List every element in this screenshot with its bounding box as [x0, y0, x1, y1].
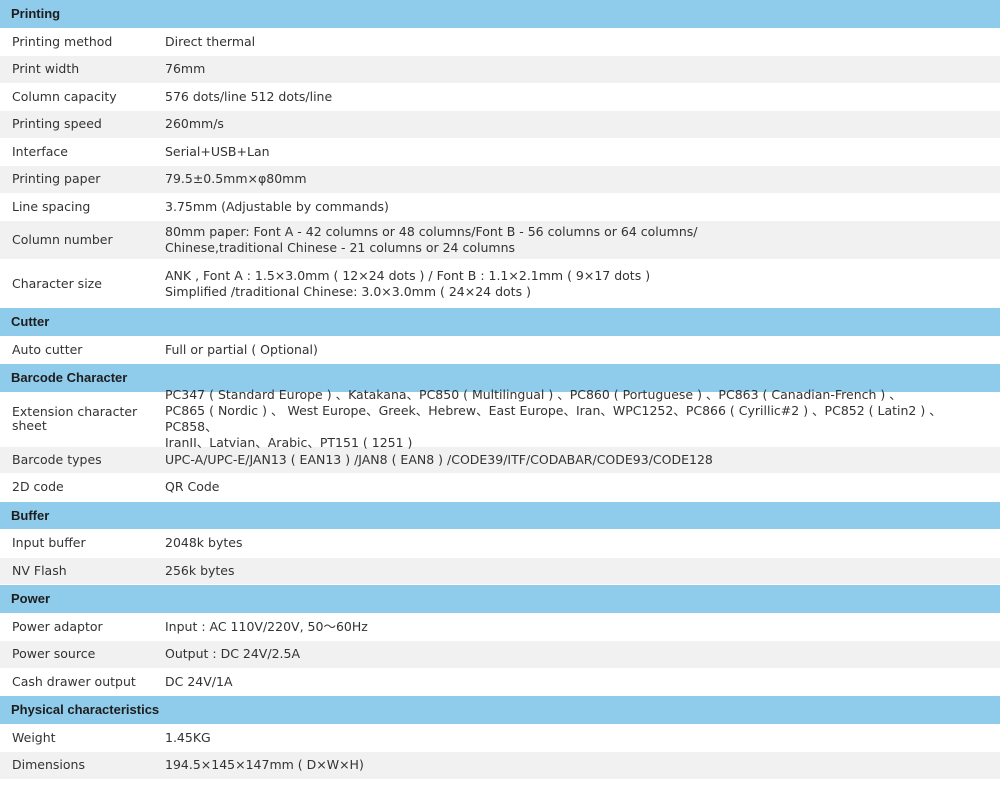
section-title: Power — [11, 591, 51, 607]
spec-value: 576 dots/line 512 dots/line — [165, 88, 333, 104]
section-header-buffer: Buffer — [0, 501, 1000, 530]
spec-row-dimensions: Dimensions 194.5×145×147mm ( D×W×H) — [0, 752, 1000, 780]
section-title: Cutter — [11, 314, 50, 330]
section-title: Barcode Character — [11, 370, 128, 386]
spec-label: Line spacing — [12, 198, 91, 214]
spec-row-extension-character-sheet: Extension character sheet PC347 ( Standa… — [0, 387, 1000, 450]
spec-value: PC347 ( Standard Europe ) 、Katakana、PC85… — [165, 387, 942, 450]
spec-row-input-buffer: Input buffer 2048k bytes — [0, 530, 1000, 558]
spec-label: Print width — [12, 61, 80, 77]
spec-row-cash-drawer-output: Cash drawer output DC 24V/1A — [0, 668, 1000, 696]
spec-row-printing-method: Printing method Direct thermal — [0, 28, 1000, 56]
spec-row-weight: Weight 1.45KG — [0, 724, 1000, 752]
spec-value: 3.75mm (Adjustable by commands) — [165, 198, 389, 214]
spec-value: Input : AC 110V/220V, 50～60Hz — [165, 618, 368, 634]
spec-label: Barcode types — [12, 451, 102, 467]
spec-label: Printing method — [12, 33, 113, 49]
spec-row-column-number: Column number 80mm paper: Font A - 42 co… — [0, 221, 1000, 260]
spec-value: Output : DC 24V/2.5A — [165, 646, 301, 662]
spec-value: 79.5±0.5mm×φ80mm — [165, 171, 307, 187]
spec-label: Column capacity — [12, 88, 117, 104]
spec-value: 256k bytes — [165, 562, 235, 578]
spec-label: Printing speed — [12, 116, 102, 132]
spec-label: 2D code — [12, 479, 64, 495]
spec-value: 260mm/s — [165, 116, 224, 132]
spec-label: Interface — [12, 143, 68, 159]
spec-row-interface: Interface Serial+USB+Lan — [0, 138, 1000, 166]
spec-label: Extension character sheet — [12, 404, 138, 433]
spec-label: NV Flash — [12, 562, 67, 578]
spec-row-line-spacing: Line spacing 3.75mm (Adjustable by comma… — [0, 193, 1000, 221]
spec-row-power-source: Power source Output : DC 24V/2.5A — [0, 641, 1000, 669]
spec-row-print-width: Print width 76mm — [0, 56, 1000, 84]
section-header-physical-characteristics: Physical characteristics — [0, 696, 1000, 725]
spec-value: QR Code — [165, 479, 220, 495]
spec-value: Direct thermal — [165, 33, 256, 49]
spec-label: Cash drawer output — [12, 673, 136, 689]
spec-row-power-adaptor: Power adaptor Input : AC 110V/220V, 50～6… — [0, 613, 1000, 641]
spec-value: UPC-A/UPC-E/JAN13 ( EAN13 ) /JAN8 ( EAN8… — [165, 451, 713, 467]
spec-row-auto-cutter: Auto cutter Full or partial ( Optional) — [0, 336, 1000, 364]
spec-label: Input buffer — [12, 535, 86, 551]
spec-value: ANK , Font A : 1.5×3.0mm ( 12×24 dots ) … — [165, 267, 651, 299]
spec-value: 76mm — [165, 61, 206, 77]
spec-label: Power adaptor — [12, 618, 103, 634]
spec-value: DC 24V/1A — [165, 673, 233, 689]
spec-label: Column number — [12, 232, 113, 247]
spec-row-printing-speed: Printing speed 260mm/s — [0, 111, 1000, 139]
section-header-printing: Printing — [0, 0, 1000, 29]
spec-row-nv-flash: NV Flash 256k bytes — [0, 557, 1000, 585]
spec-label: Printing paper — [12, 171, 101, 187]
spec-label: Weight — [12, 729, 56, 745]
spec-row-character-size: Character size ANK , Font A : 1.5×3.0mm … — [0, 260, 1000, 308]
section-title: Physical characteristics — [11, 702, 160, 718]
spec-label: Character size — [12, 275, 102, 291]
spec-value: 1.45KG — [165, 729, 211, 745]
spec-value: 194.5×145×147mm ( D×W×H) — [165, 757, 364, 773]
spec-value: Serial+USB+Lan — [165, 143, 270, 159]
section-header-power: Power — [0, 585, 1000, 614]
spec-row-column-capacity: Column capacity 576 dots/line 512 dots/l… — [0, 83, 1000, 111]
spec-label: Dimensions — [12, 757, 85, 773]
spec-row-2d-code: 2D code QR Code — [0, 474, 1000, 502]
section-title: Buffer — [11, 507, 50, 523]
section-header-cutter: Cutter — [0, 308, 1000, 337]
spec-value: 80mm paper: Font A - 42 columns or 48 co… — [165, 224, 698, 255]
spec-label: Power source — [12, 646, 96, 662]
spec-label: Auto cutter — [12, 341, 83, 357]
spec-table: Printing Printing method Direct thermal … — [0, 0, 1000, 780]
spec-row-printing-paper: Printing paper 79.5±0.5mm×φ80mm — [0, 166, 1000, 194]
spec-value: 2048k bytes — [165, 535, 243, 551]
section-title: Printing — [11, 6, 61, 22]
spec-value: Full or partial ( Optional) — [165, 341, 318, 357]
